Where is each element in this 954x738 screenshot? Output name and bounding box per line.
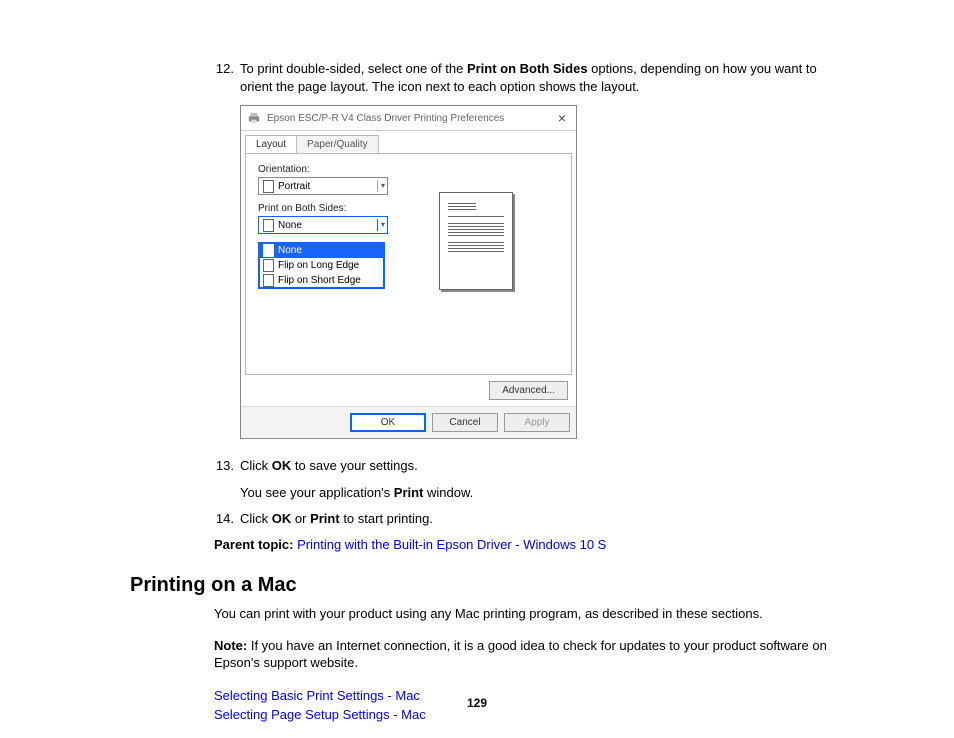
step-number: 14. <box>210 510 240 528</box>
option-none[interactable]: None <box>259 243 384 258</box>
page-icon <box>263 219 274 232</box>
text: or <box>291 511 310 526</box>
tab-strip: Layout Paper/Quality <box>241 131 576 153</box>
section-heading: Printing on a Mac <box>130 574 839 597</box>
printing-preferences-dialog: Epson ESC/P-R V4 Class Driver Printing P… <box>240 105 577 439</box>
step-body: Click OK to save your settings. <box>240 457 839 475</box>
note-text: If you have an Internet connection, it i… <box>214 638 827 671</box>
both-sides-dropdown: None Flip on Long Edge Flip on Short Edg… <box>258 242 385 289</box>
page-icon <box>263 274 274 287</box>
step-body: Click OK or Print to start printing. <box>240 510 839 528</box>
tab-layout[interactable]: Layout <box>245 135 297 153</box>
page-icon <box>263 259 274 272</box>
both-sides-value: None <box>278 220 302 231</box>
text: To print double-sided, select one of the <box>240 61 467 76</box>
bold-term: Print <box>310 511 340 526</box>
bold-term: Print <box>394 485 424 500</box>
step-13: 13. Click OK to save your settings. <box>210 457 839 475</box>
tab-paper-quality[interactable]: Paper/Quality <box>296 135 379 153</box>
orientation-label: Orientation: <box>258 164 393 175</box>
chevron-down-icon: ▾ <box>377 180 385 192</box>
text: to save your settings. <box>291 458 417 473</box>
parent-topic-label: Parent topic: <box>214 537 293 552</box>
note-paragraph: Note: If you have an Internet connection… <box>214 637 839 672</box>
bold-term: OK <box>272 511 292 526</box>
text: window. <box>423 485 473 500</box>
option-flip-long[interactable]: Flip on Long Edge <box>259 258 384 273</box>
step-number: 12. <box>210 60 240 95</box>
page-preview <box>439 192 513 290</box>
option-label: Flip on Short Edge <box>278 275 361 286</box>
cancel-button[interactable]: Cancel <box>432 413 498 432</box>
text: Click <box>240 511 272 526</box>
step-body: To print double-sided, select one of the… <box>240 60 839 95</box>
close-icon[interactable]: × <box>554 110 570 126</box>
step-14: 14. Click OK or Print to start printing. <box>210 510 839 528</box>
apply-button[interactable]: Apply <box>504 413 570 432</box>
both-sides-label: Print on Both Sides: <box>258 203 393 214</box>
bold-term: Print on Both Sides <box>467 61 588 76</box>
orientation-combo[interactable]: Portrait ▾ <box>258 177 388 195</box>
page-icon <box>263 244 274 257</box>
note-label: Note: <box>214 638 247 653</box>
parent-topic: Parent topic: Printing with the Built-in… <box>214 537 839 552</box>
parent-topic-link[interactable]: Printing with the Built-in Epson Driver … <box>297 537 606 552</box>
advanced-button[interactable]: Advanced... <box>489 381 568 400</box>
portrait-icon <box>263 180 274 193</box>
both-sides-combo[interactable]: None ▾ <box>258 216 388 234</box>
section-intro: You can print with your product using an… <box>214 605 839 623</box>
orientation-value: Portrait <box>278 181 310 192</box>
step-12: 12. To print double-sided, select one of… <box>210 60 839 95</box>
text: Click <box>240 458 272 473</box>
ok-button[interactable]: OK <box>350 413 426 432</box>
option-flip-short[interactable]: Flip on Short Edge <box>259 273 384 288</box>
dialog-button-row: OK Cancel Apply <box>241 406 576 438</box>
page-number: 129 <box>0 696 954 710</box>
tab-panel-layout: Orientation: Portrait ▾ Print on Both Si… <box>245 153 572 375</box>
text: to start printing. <box>340 511 433 526</box>
option-label: Flip on Long Edge <box>278 260 359 271</box>
dialog-title: Epson ESC/P-R V4 Class Driver Printing P… <box>267 113 504 124</box>
chevron-down-icon: ▾ <box>377 219 385 231</box>
bold-term: OK <box>272 458 292 473</box>
option-label: None <box>278 245 302 256</box>
step-number: 13. <box>210 457 240 475</box>
step-13-sub: You see your application's Print window. <box>240 485 839 500</box>
text: You see your application's <box>240 485 394 500</box>
printer-icon <box>247 112 261 124</box>
dialog-titlebar: Epson ESC/P-R V4 Class Driver Printing P… <box>241 106 576 131</box>
